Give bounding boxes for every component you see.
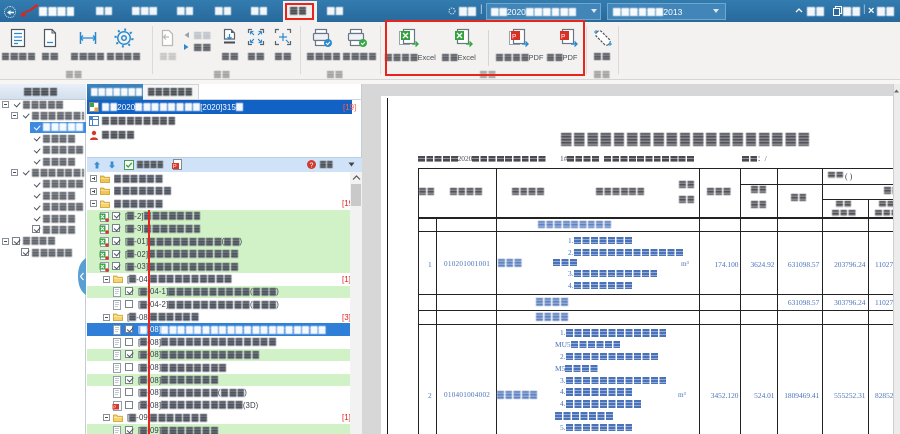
svg-text:?: ? [310,163,314,170]
svg-text:P: P [173,164,177,170]
svg-text:P: P [113,404,116,409]
